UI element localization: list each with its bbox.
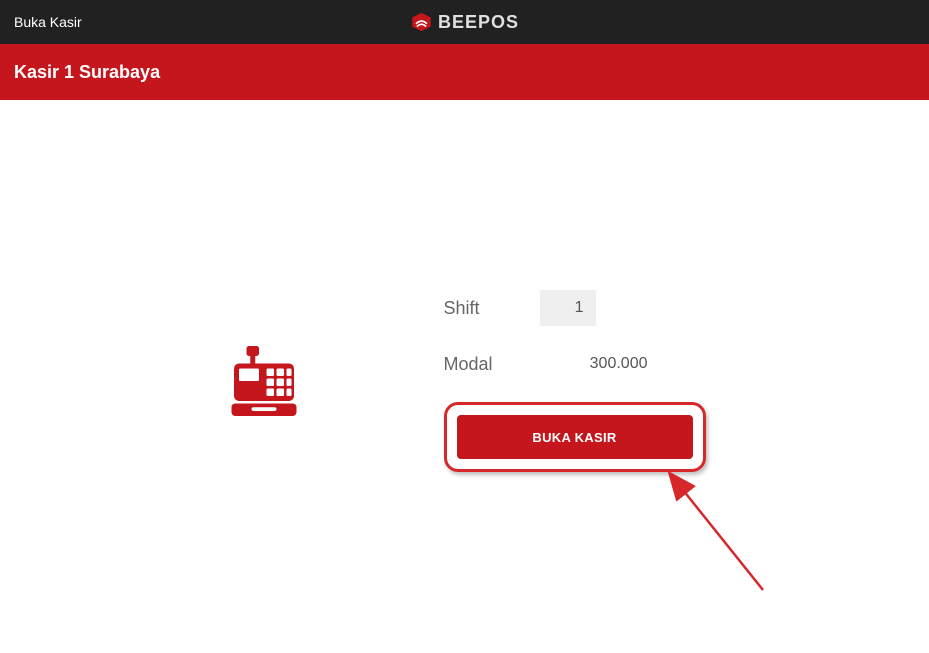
- cashier-title: Kasir 1 Surabaya: [14, 62, 160, 83]
- content-row: Shift 1 Modal BUKA KASIR: [224, 290, 706, 472]
- shift-value: 1: [540, 290, 596, 326]
- page-title: Buka Kasir: [14, 14, 82, 30]
- brand-text: BEEPOS: [438, 12, 519, 33]
- main-content: Shift 1 Modal BUKA KASIR: [0, 100, 929, 472]
- cash-register-icon: [224, 341, 304, 421]
- modal-input[interactable]: [540, 346, 660, 382]
- button-highlight-annotation: BUKA KASIR: [444, 402, 706, 472]
- shift-row: Shift 1: [444, 290, 706, 326]
- modal-row: Modal: [444, 346, 706, 382]
- arrow-annotation-icon: [668, 470, 788, 610]
- form-area: Shift 1 Modal BUKA KASIR: [444, 290, 706, 472]
- brand-icon: [410, 11, 432, 33]
- open-register-button[interactable]: BUKA KASIR: [457, 415, 693, 459]
- shift-label: Shift: [444, 298, 504, 319]
- modal-label: Modal: [444, 354, 504, 375]
- topbar: Buka Kasir BEEPOS: [0, 0, 929, 44]
- brand-logo: BEEPOS: [410, 11, 519, 33]
- subheader: Kasir 1 Surabaya: [0, 44, 929, 100]
